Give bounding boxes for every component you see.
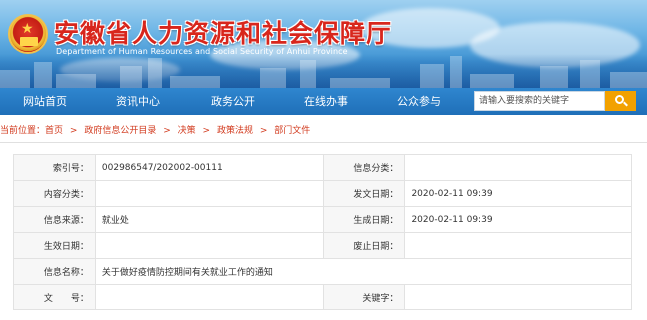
table-row: 信息名称： 关于做好疫情防控期间有关就业工作的通知: [13, 258, 633, 285]
breadcrumb: 当前位置：首页 > 政府信息公开目录 > 决策 > 政策法规 > 部门文件: [0, 124, 314, 138]
breadcrumb-prefix: 当前位置：: [0, 126, 46, 136]
city-skyline: [0, 54, 647, 88]
generated-date-label: 生成日期：: [322, 206, 406, 233]
breadcrumb-item-decision[interactable]: 决策: [178, 126, 196, 136]
nav-item-government-affairs[interactable]: 政务公开: [211, 88, 255, 115]
breadcrumb-item-home[interactable]: 首页: [45, 126, 63, 136]
national-emblem-icon: ★: [8, 14, 48, 54]
table-row: 索引号： 002986547/202002-00111 信息分类：: [13, 154, 632, 181]
nav-item-online-services[interactable]: 在线办事: [304, 88, 348, 115]
info-category-label: 信息分类：: [322, 154, 406, 181]
nav-item-news[interactable]: 资讯中心: [116, 88, 160, 115]
document-info-table: 索引号： 002986547/202002-00111 信息分类： 内容分类： …: [13, 154, 633, 310]
breadcrumb-separator: >: [163, 126, 171, 136]
keywords-label: 关键字：: [322, 284, 406, 310]
info-name-label: 信息名称：: [13, 258, 96, 285]
breadcrumb-separator: >: [259, 126, 268, 136]
issue-date-label: 发文日期：: [322, 180, 406, 207]
table-row: 文 号： 关键字：: [13, 284, 632, 310]
site-subtitle: Department of Human Resources and Social…: [56, 47, 348, 56]
index-number-value: 002986547/202002-00111: [94, 154, 324, 181]
content-category-value: [94, 180, 324, 207]
table-row: 信息来源： 就业处 生成日期： 2020-02-11 09:39: [13, 206, 632, 233]
breadcrumb-separator: >: [69, 126, 78, 136]
keywords-value: [404, 284, 632, 310]
search-input[interactable]: 请输入要搜索的关键字: [474, 91, 605, 111]
document-number-label: 文 号：: [13, 284, 96, 310]
info-source-value: 就业处: [94, 206, 324, 233]
breadcrumb-separator: >: [202, 126, 211, 136]
header-banner: ★ 安徽省人力资源和社会保障厅 Department of Human Reso…: [0, 0, 647, 88]
expiry-date-label: 废止日期：: [322, 232, 406, 259]
index-number-label: 索引号：: [13, 154, 96, 181]
document-number-value: [94, 284, 324, 310]
effective-date-label: 生效日期：: [13, 232, 96, 259]
issue-date-value: 2020-02-11 09:39: [404, 180, 632, 207]
nav-item-home[interactable]: 网站首页: [23, 88, 67, 115]
divider: [0, 142, 647, 143]
search-button[interactable]: [605, 91, 636, 111]
generated-date-value: 2020-02-11 09:39: [404, 206, 632, 233]
effective-date-value: [94, 232, 324, 259]
info-category-value: [404, 154, 632, 181]
table-row: 生效日期： 废止日期：: [13, 232, 632, 259]
expiry-date-value: [404, 232, 632, 259]
nav-item-public-participation[interactable]: 公众参与: [397, 88, 441, 115]
content-category-label: 内容分类：: [13, 180, 96, 207]
breadcrumb-item-disclosure[interactable]: 政府信息公开目录: [84, 126, 156, 136]
info-name-value: 关于做好疫情防控期间有关就业工作的通知: [94, 258, 633, 285]
info-source-label: 信息来源：: [13, 206, 96, 233]
table-row: 内容分类： 发文日期： 2020-02-11 09:39: [13, 180, 632, 207]
breadcrumb-item-policy[interactable]: 政策法规: [217, 126, 253, 136]
site-title: 安徽省人力资源和社会保障厅: [54, 19, 393, 48]
breadcrumb-item-department-docs[interactable]: 部门文件: [274, 126, 310, 136]
